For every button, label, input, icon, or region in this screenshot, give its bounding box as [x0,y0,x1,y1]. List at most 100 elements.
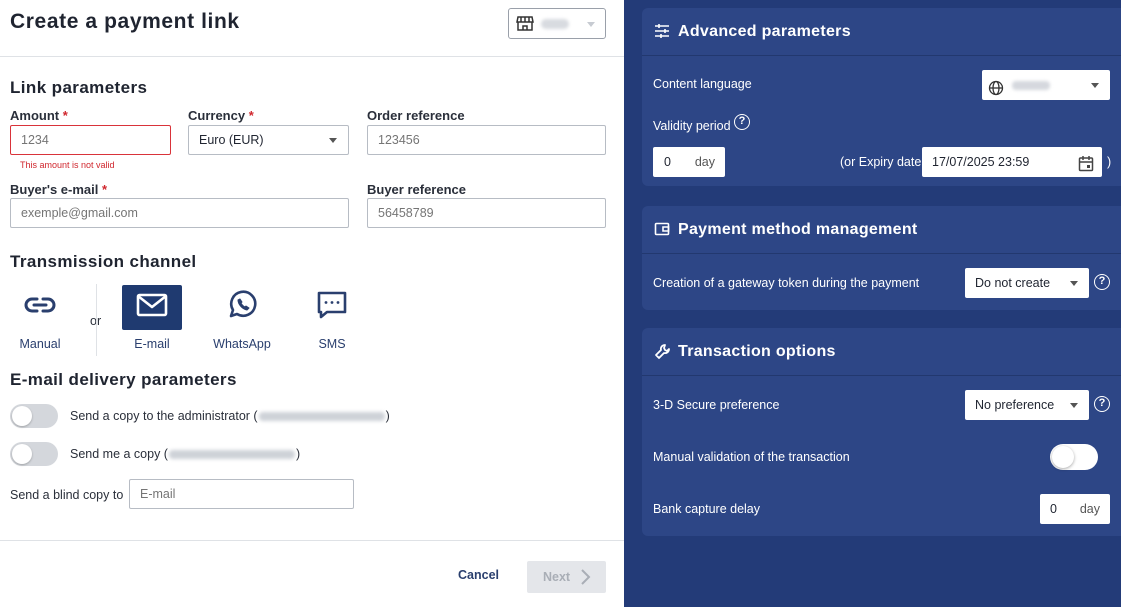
buyer-reference-input[interactable] [367,198,606,228]
expiry-suffix: ) [1107,155,1112,169]
link-icon [24,295,56,320]
secure-preference-label: 3-D Secure preference [653,398,780,412]
expiry-value: 17/07/2025 23:59 [932,155,1030,169]
expiry-prefix: (or Expiry date [840,155,922,169]
toggle-knob [12,406,32,426]
currency-select[interactable]: Euro (EUR) [188,125,349,155]
advanced-panel: Advanced parameters Content language Val… [624,0,1121,607]
channel-tile [212,285,272,330]
channel-label: WhatsApp [213,337,271,351]
toggle-knob [12,444,32,464]
transaction-options-card: Transaction options 3-D Secure preferenc… [642,328,1121,536]
capture-delay-value: 0 [1050,502,1057,516]
amount-error: This amount is not valid [20,160,115,170]
buyer-reference-label: Buyer reference [367,182,466,197]
channel-tile [302,285,362,330]
envelope-icon [136,293,168,322]
shop-select[interactable] [508,8,606,39]
link-parameters-title: Link parameters [10,78,148,97]
currency-value: Euro (EUR) [199,133,264,147]
amount-input[interactable] [10,125,171,155]
divider [0,540,624,541]
whatsapp-icon [226,289,258,326]
currency-label: Currency * [188,108,254,123]
gateway-token-select[interactable]: Do not create [965,268,1089,298]
payment-method-card: Payment method management Creation of a … [642,206,1121,310]
help-icon[interactable]: ? [734,114,750,130]
create-payment-link-form: Create a payment link Link parameters Am… [0,0,624,607]
channel-email[interactable]: E-mail [122,285,182,355]
copy-me-label: Send me a copy () [70,447,301,461]
chevron-down-icon [329,138,337,143]
blind-copy-input[interactable] [129,479,354,509]
page-title: Create a payment link [10,10,240,33]
blind-copy-label: Send a blind copy to [10,488,124,502]
card-header: Payment method management [642,206,1121,254]
validity-period-label: Validity period [653,119,731,133]
language-redacted [1012,81,1050,90]
validity-value: 0 [664,155,671,169]
gateway-token-value: Do not create [975,276,1051,290]
channel-sms[interactable]: SMS [302,285,362,355]
card-title: Payment method management [678,221,918,238]
chevron-down-icon [1091,83,1099,88]
cancel-button[interactable]: Cancel [448,568,509,582]
manual-validation-toggle[interactable] [1050,444,1098,470]
chevron-down-icon [587,22,595,27]
copy-admin-toggle[interactable] [10,404,58,428]
order-reference-input[interactable] [367,125,606,155]
card-header: Advanced parameters [642,8,1121,56]
wrench-icon [654,343,672,366]
manual-validation-label: Manual validation of the transaction [653,450,850,464]
buyer-email-label: Buyer's e-mail * [10,182,108,197]
content-language-label: Content language [653,77,752,91]
store-icon [516,15,534,37]
help-icon[interactable]: ? [1094,396,1110,412]
chevron-right-icon [579,568,591,589]
sliders-icon [654,23,670,44]
capture-delay-label: Bank capture delay [653,502,761,516]
copy-me-toggle[interactable] [10,442,58,466]
copy-admin-label: Send a copy to the administrator () [70,409,390,423]
card-title: Advanced parameters [678,23,851,40]
calendar-icon[interactable] [1078,153,1094,183]
chevron-down-icon [1070,281,1078,286]
gateway-token-label: Creation of a gateway token during the p… [653,276,920,290]
channel-label: E-mail [134,337,170,351]
chevron-down-icon [1070,403,1078,408]
channel-label: SMS [318,337,346,351]
amount-label: Amount * [10,108,68,123]
card-header: Transaction options [642,328,1121,376]
wallet-icon [654,221,670,242]
validity-unit: day [694,155,715,169]
globe-icon [988,77,1004,107]
validity-period-input[interactable]: 0 day [653,147,725,177]
content-language-select[interactable] [982,70,1110,100]
shop-name-redacted [541,19,569,29]
order-reference-label: Order reference [367,108,465,123]
capture-delay-unit: day [1079,502,1100,516]
secure-preference-value: No preference [975,398,1055,412]
next-label: Next [543,570,571,584]
advanced-parameters-card: Advanced parameters Content language Val… [642,8,1121,186]
channel-label: Manual [19,337,61,351]
email-delivery-title: E-mail delivery parameters [10,370,237,389]
capture-delay-input[interactable]: 0 day [1040,494,1110,524]
channel-whatsapp[interactable]: WhatsApp [212,285,272,355]
card-title: Transaction options [678,343,836,360]
secure-preference-select[interactable]: No preference [965,390,1089,420]
help-icon[interactable]: ? [1094,274,1110,290]
channel-tile-active [122,285,182,330]
next-button[interactable]: Next [527,561,606,593]
buyer-email-input[interactable] [10,198,349,228]
my-email-redacted [168,450,295,460]
transmission-channel-title: Transmission channel [10,252,197,271]
expiry-date-input[interactable]: 17/07/2025 23:59 [922,147,1102,177]
toggle-knob [1052,446,1074,468]
divider [0,56,624,57]
sms-icon [316,289,348,326]
channel-tile [10,285,70,330]
admin-email-redacted [258,412,385,422]
divider [96,284,97,356]
channel-manual[interactable]: Manual [10,285,70,355]
